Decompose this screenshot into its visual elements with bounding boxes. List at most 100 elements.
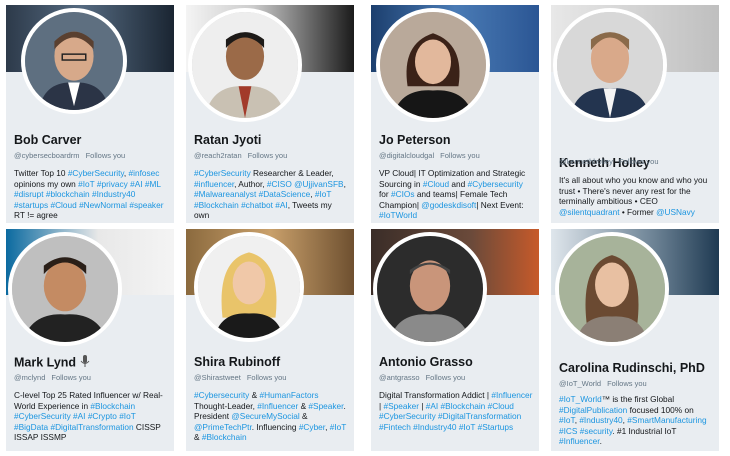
bio-text: &: [299, 411, 308, 422]
hashtag-link[interactable]: #IoT: [459, 422, 475, 432]
hashtag-link[interactable]: #privacy: [97, 179, 128, 189]
profile-card[interactable]: Carolina Rudinschi, PhD @IoT_World Follow…: [551, 229, 719, 451]
mention-link[interactable]: @PrimeTechPtr: [194, 422, 252, 432]
hashtag-link[interactable]: #disrupt: [14, 189, 44, 199]
hashtag-link[interactable]: #infosec: [129, 168, 160, 178]
profile-name[interactable]: Carolina Rudinschi, PhD: [559, 361, 705, 375]
hashtag-link[interactable]: #Fintech: [379, 422, 411, 432]
hashtag-link[interactable]: #DigitalTransformation: [50, 422, 133, 432]
profile-handle[interactable]: @Shirastweet: [194, 373, 241, 382]
hashtag-link[interactable]: #IoT_World: [559, 394, 602, 404]
avatar[interactable]: [555, 232, 669, 346]
hashtag-link[interactable]: #Cybersecurity: [468, 179, 523, 189]
profile-name[interactable]: Antonio Grasso: [379, 355, 473, 369]
profile-name[interactable]: Shira Rubinoff: [194, 355, 280, 369]
profile-name[interactable]: Mark Lynd: [14, 355, 90, 371]
hashtag-link[interactable]: #Influencer: [257, 401, 298, 411]
hashtag-link[interactable]: #Speaker: [308, 401, 343, 411]
mention-link[interactable]: @silentquadrant: [559, 207, 620, 217]
mention-link[interactable]: @USNavy: [656, 207, 695, 217]
hashtag-link[interactable]: #Cloud: [488, 401, 514, 411]
profile-handle[interactable]: @reach2ratan: [194, 151, 242, 160]
profile-card[interactable]: Kenneth Holley @kennethholley Follows you…: [551, 5, 719, 223]
profile-card[interactable]: Shira Rubinoff @Shirastweet Follows you #…: [186, 229, 354, 451]
hashtag-link[interactable]: #AI: [426, 401, 438, 411]
hashtag-link[interactable]: #AI: [275, 200, 287, 210]
hashtag-link[interactable]: #Startups: [478, 422, 514, 432]
hashtag-link[interactable]: #Cybersecurity: [194, 390, 249, 400]
hashtag-link[interactable]: #IoT: [330, 422, 346, 432]
profile-card[interactable]: Ratan Jyoti @reach2ratan Follows you #Cyb…: [186, 5, 354, 223]
profile-handle[interactable]: @kennethholley: [559, 157, 613, 166]
hashtag-link[interactable]: #chatbot: [241, 200, 273, 210]
profile-card[interactable]: Bob Carver @cybersecboardrm Follows you T…: [6, 5, 174, 223]
hashtag-link[interactable]: #Industry40: [92, 189, 135, 199]
hashtag-link[interactable]: #Cloud: [50, 200, 76, 210]
handle-row: @mclynd Follows you: [14, 373, 91, 382]
mention-link[interactable]: @godeskdisoft: [421, 200, 476, 210]
hashtag-link[interactable]: #DataScience: [259, 189, 311, 199]
profile-name[interactable]: Bob Carver: [14, 133, 81, 147]
profile-handle[interactable]: @IoT_World: [559, 379, 601, 388]
hashtag-link[interactable]: #Crypto: [88, 411, 117, 421]
profile-card[interactable]: Mark Lynd @mclynd Follows you C-level Top…: [6, 229, 174, 451]
hashtag-link[interactable]: #Cloud: [423, 179, 449, 189]
hashtag-link[interactable]: #CyberSecurity: [68, 168, 124, 178]
profile-card[interactable]: Jo Peterson @digitalcloudgal Follows you …: [371, 5, 539, 223]
hashtag-link[interactable]: #HumanFactors: [260, 390, 319, 400]
hashtag-link[interactable]: #IoT: [315, 189, 331, 199]
hashtag-link[interactable]: #Blockchain: [441, 401, 486, 411]
hashtag-link[interactable]: #Influencer: [559, 436, 600, 446]
hashtag-link[interactable]: #Industry40: [579, 415, 622, 425]
hashtag-link[interactable]: #Blockchain: [90, 401, 135, 411]
hashtag-link[interactable]: #CyberSecurity: [14, 411, 71, 421]
avatar[interactable]: [8, 232, 122, 346]
profile-handle[interactable]: @antgrasso: [379, 373, 420, 382]
profile-handle[interactable]: @cybersecboardrm: [14, 151, 80, 160]
avatar[interactable]: [376, 8, 490, 122]
hashtag-link[interactable]: #Influencer: [491, 390, 532, 400]
avatar[interactable]: [553, 8, 667, 122]
hashtag-link[interactable]: #speaker: [129, 200, 163, 210]
hashtag-link[interactable]: #IoT: [78, 179, 94, 189]
hashtag-link[interactable]: #IoT: [119, 411, 135, 421]
avatar[interactable]: [194, 232, 304, 342]
profile-name[interactable]: Ratan Jyoti: [194, 133, 261, 147]
hashtag-link[interactable]: #AI: [73, 411, 85, 421]
hashtag-link[interactable]: #startups: [14, 200, 48, 210]
hashtag-link[interactable]: #Cyber: [299, 422, 325, 432]
hashtag-link[interactable]: #DigitalPublication: [559, 405, 627, 415]
mention-link[interactable]: @UjjivanSFB: [294, 179, 343, 189]
hashtag-link[interactable]: #CIOs: [391, 189, 415, 199]
profile-handle[interactable]: @mclynd: [14, 373, 45, 382]
hashtag-link[interactable]: #DigitalTransformation: [438, 411, 521, 421]
hashtag-link[interactable]: #IoT: [559, 415, 575, 425]
hashtag-link[interactable]: #IoTWorld: [379, 210, 417, 220]
hashtag-link[interactable]: #Industry40: [413, 422, 456, 432]
hashtag-link[interactable]: #Blockchain: [194, 200, 239, 210]
hashtag-link[interactable]: #ICS: [559, 426, 577, 436]
hashtag-link[interactable]: #BigData: [14, 422, 48, 432]
avatar[interactable]: [21, 8, 127, 114]
hashtag-link[interactable]: #influencer: [194, 179, 234, 189]
hashtag-link[interactable]: #NewNormal: [79, 200, 127, 210]
avatar[interactable]: [188, 8, 302, 122]
hashtag-link[interactable]: #Malwareanalyst: [194, 189, 256, 199]
bio-text: ,: [343, 178, 346, 189]
mention-link[interactable]: @SecureMySocial: [231, 411, 299, 421]
hashtag-link[interactable]: #SmartManufacturing: [627, 415, 706, 425]
hashtag-link[interactable]: #Speaker: [383, 401, 419, 411]
bio-text: . #1 Industrial IoT: [612, 425, 677, 436]
hashtag-link[interactable]: #blockchain: [46, 189, 90, 199]
hashtag-link[interactable]: #CyberSecurity: [194, 168, 251, 178]
hashtag-link[interactable]: #ML: [145, 179, 161, 189]
profile-handle[interactable]: @digitalcloudgal: [379, 151, 434, 160]
avatar[interactable]: [373, 232, 487, 346]
hashtag-link[interactable]: #CyberSecurity: [379, 411, 436, 421]
profile-name[interactable]: Jo Peterson: [379, 133, 451, 147]
hashtag-link[interactable]: #Blockchain: [202, 432, 247, 442]
hashtag-link[interactable]: #security: [580, 426, 613, 436]
hashtag-link[interactable]: #AI: [130, 179, 142, 189]
profile-card[interactable]: Antonio Grasso @antgrasso Follows you Dig…: [371, 229, 539, 451]
hashtag-link[interactable]: #CISO: [267, 179, 292, 189]
